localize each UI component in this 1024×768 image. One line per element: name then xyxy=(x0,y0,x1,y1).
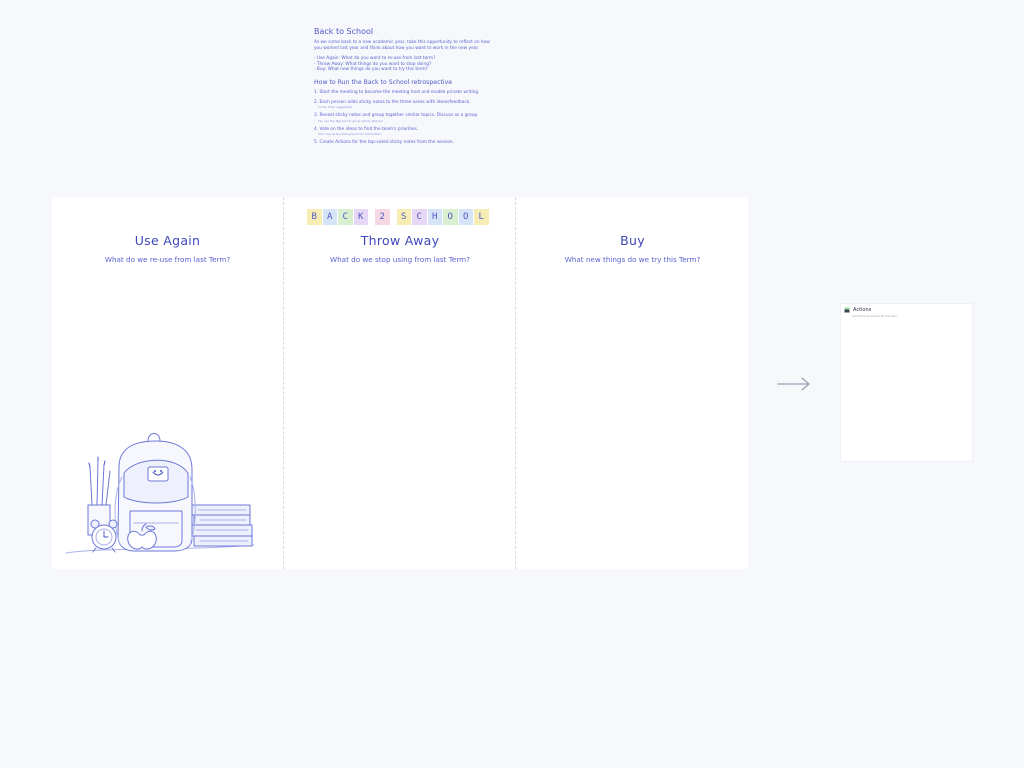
column-heading: Throw Away xyxy=(360,233,440,248)
column-throw-away[interactable]: Throw Away What do we stop using from la… xyxy=(283,197,516,569)
step-5: 5. Create Actions for the top-voted stic… xyxy=(314,140,494,146)
actions-hint: Add follow-up actions for the team xyxy=(852,315,897,318)
step-text: 5. Create Actions for the top-voted stic… xyxy=(314,140,454,146)
actions-header: Actions xyxy=(844,307,871,313)
step-1: 1. Start the meeting to become the meeti… xyxy=(314,90,494,96)
step-2: 2. Each person adds sticky notes to the … xyxy=(314,100,494,110)
step-3: 3. Reveal sticky notes and group togethe… xyxy=(314,113,494,123)
instructions-intro: As we come back to a new academic year, … xyxy=(314,40,490,51)
bullet-buy: - Buy: What new things do you want to tr… xyxy=(314,67,428,73)
step-note: Hint: Use up the Voting tool from the to… xyxy=(318,132,382,137)
step-text: 1. Start the meeting to become the meeti… xyxy=(314,89,480,95)
instructions-title: Back to School xyxy=(314,27,374,36)
column-subtitle: What do we re-use from last Term? xyxy=(104,255,231,264)
step-note: (4 min timer suggested) xyxy=(318,105,352,110)
column-subtitle: What new things do we try this Term? xyxy=(564,255,701,264)
step-text: 3. Reveal sticky notes and group togethe… xyxy=(314,113,479,119)
instructions-panel: Back to School As we come back to a new … xyxy=(314,26,494,150)
instructions-bullets: - Use Again: What do you want to re-use … xyxy=(314,56,494,73)
clapperboard-icon xyxy=(844,307,850,313)
arrow-right-icon xyxy=(777,377,810,391)
column-subtitle: What do we stop using from last Term? xyxy=(330,255,470,264)
how-to-title: How to Run the Back to School retrospect… xyxy=(314,78,453,86)
actions-title: Actions xyxy=(853,307,872,313)
column-heading: Use Again xyxy=(134,233,201,248)
column-buy[interactable]: Buy What new things do we try this Term? xyxy=(515,197,749,569)
step-note: Tip: use the Tags tool to group similar … xyxy=(318,118,384,123)
column-heading: Buy xyxy=(620,233,645,248)
actions-panel[interactable]: Actions Add follow-up actions for the te… xyxy=(841,304,972,461)
retro-board[interactable]: BACK2SCHOOL Use Again What do we re-use … xyxy=(52,197,748,569)
step-4: 4. Vote on the ideas to find the team's … xyxy=(314,127,494,137)
backpack-books-clock-illustration xyxy=(65,433,255,554)
